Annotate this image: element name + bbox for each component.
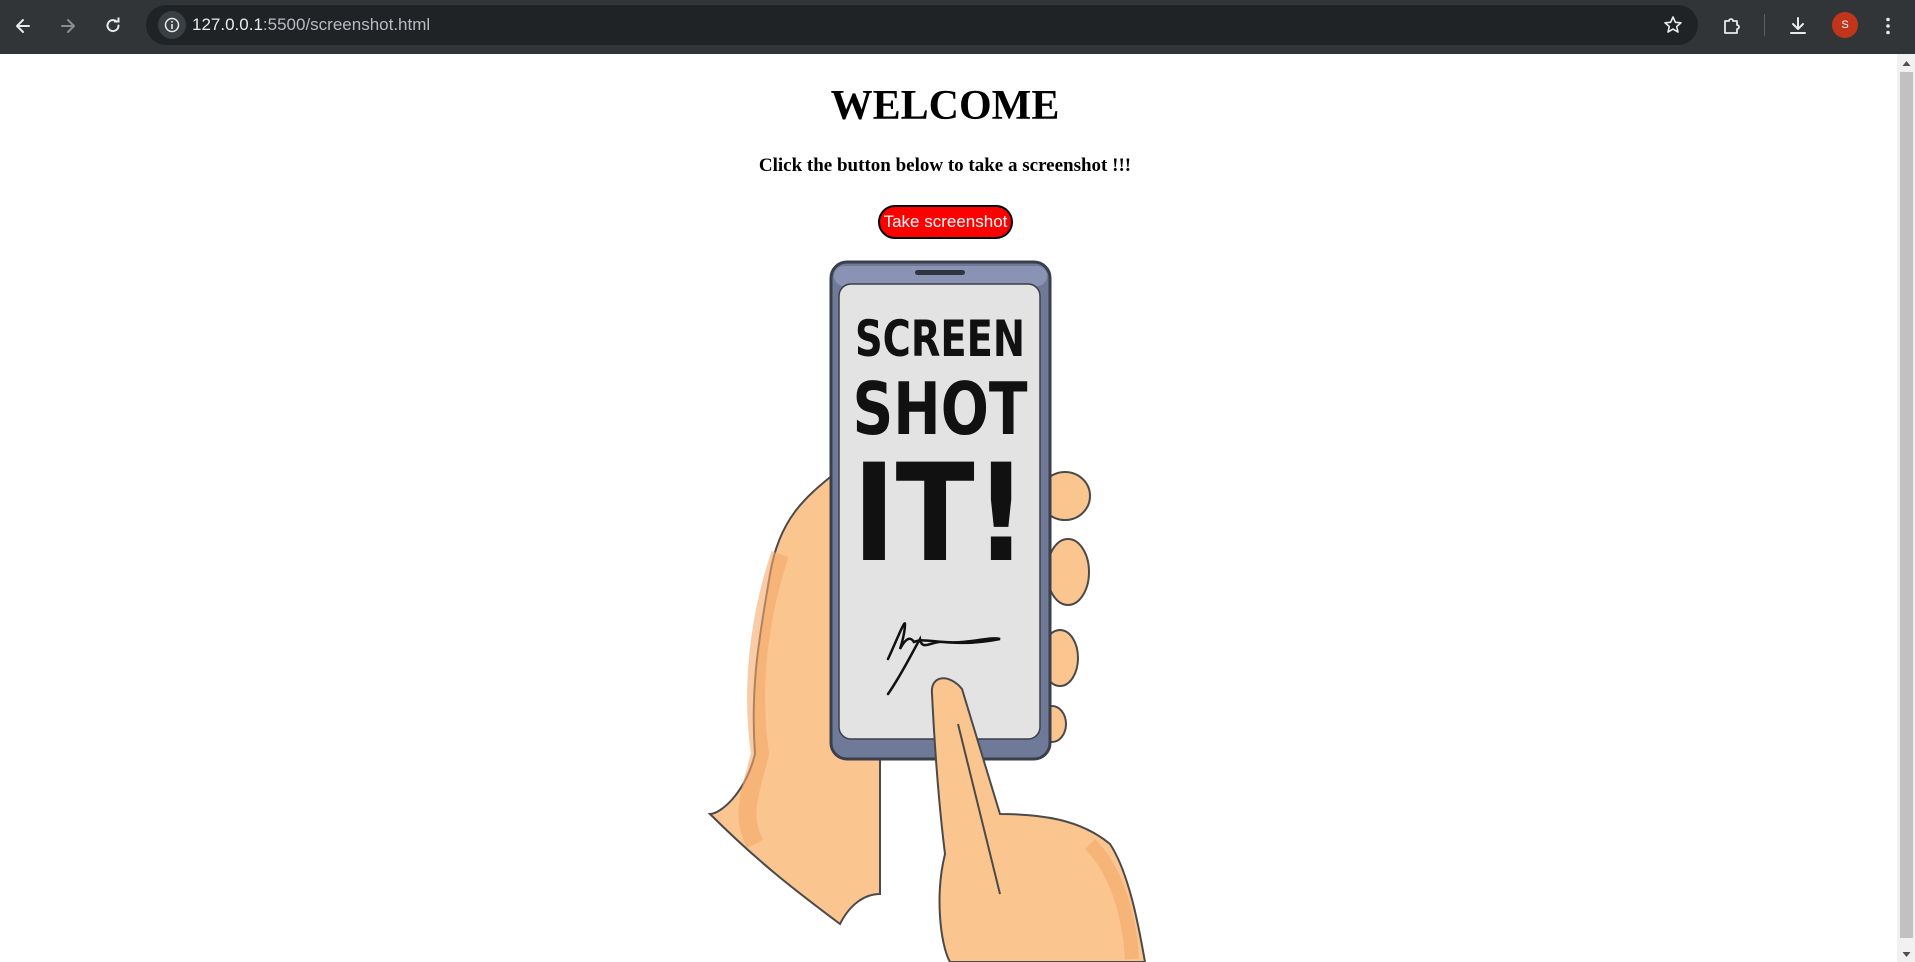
extensions-button[interactable] (1716, 10, 1748, 42)
info-icon (164, 17, 180, 33)
phone-speaker (915, 270, 965, 275)
url-host: 127.0.0.1 (192, 15, 263, 34)
browser-menu-button[interactable] (1872, 10, 1904, 42)
reload-icon (106, 17, 120, 33)
scroll-up-icon[interactable] (1901, 58, 1912, 68)
take-screenshot-button[interactable]: Take screenshot (878, 205, 1013, 239)
forward-arrow-icon (61, 19, 75, 33)
reload-button[interactable] (95, 8, 131, 44)
scrollbar-thumb[interactable] (1900, 72, 1913, 938)
page-scrollbar[interactable] (1897, 54, 1915, 962)
toolbar-divider (1764, 14, 1765, 36)
bookmark-button[interactable] (1660, 12, 1686, 38)
page-title: WELCOME (830, 83, 1060, 129)
download-icon (1790, 17, 1806, 34)
downloads-button[interactable] (1782, 10, 1814, 42)
address-bar[interactable]: 127.0.0.1:5500/screenshot.html (146, 5, 1698, 45)
screen-text-1: SCREEN (855, 310, 1025, 368)
page-subtitle: Click the button below to take a screens… (758, 155, 1132, 176)
site-info-button[interactable] (158, 11, 186, 39)
url-text[interactable]: 127.0.0.1:5500/screenshot.html (192, 14, 430, 36)
web-page: WELCOME Click the button below to take a… (0, 54, 1897, 962)
finger-2 (1046, 538, 1090, 606)
browser-toolbar: 127.0.0.1:5500/screenshot.html S (0, 0, 1915, 54)
forward-button[interactable] (50, 8, 86, 44)
back-button[interactable] (5, 8, 41, 44)
scroll-down-icon[interactable] (1901, 950, 1912, 960)
profile-avatar[interactable]: S (1832, 12, 1858, 38)
url-path: :5500/screenshot.html (262, 15, 431, 34)
screen-text-3: IT! (853, 435, 1028, 592)
back-arrow-icon (16, 19, 30, 33)
kebab-menu-icon (1886, 17, 1890, 35)
screenshot-illustration: SCREEN SHOT IT! (707, 260, 1147, 962)
puzzle-icon (1724, 18, 1740, 34)
star-icon (1664, 16, 1682, 33)
